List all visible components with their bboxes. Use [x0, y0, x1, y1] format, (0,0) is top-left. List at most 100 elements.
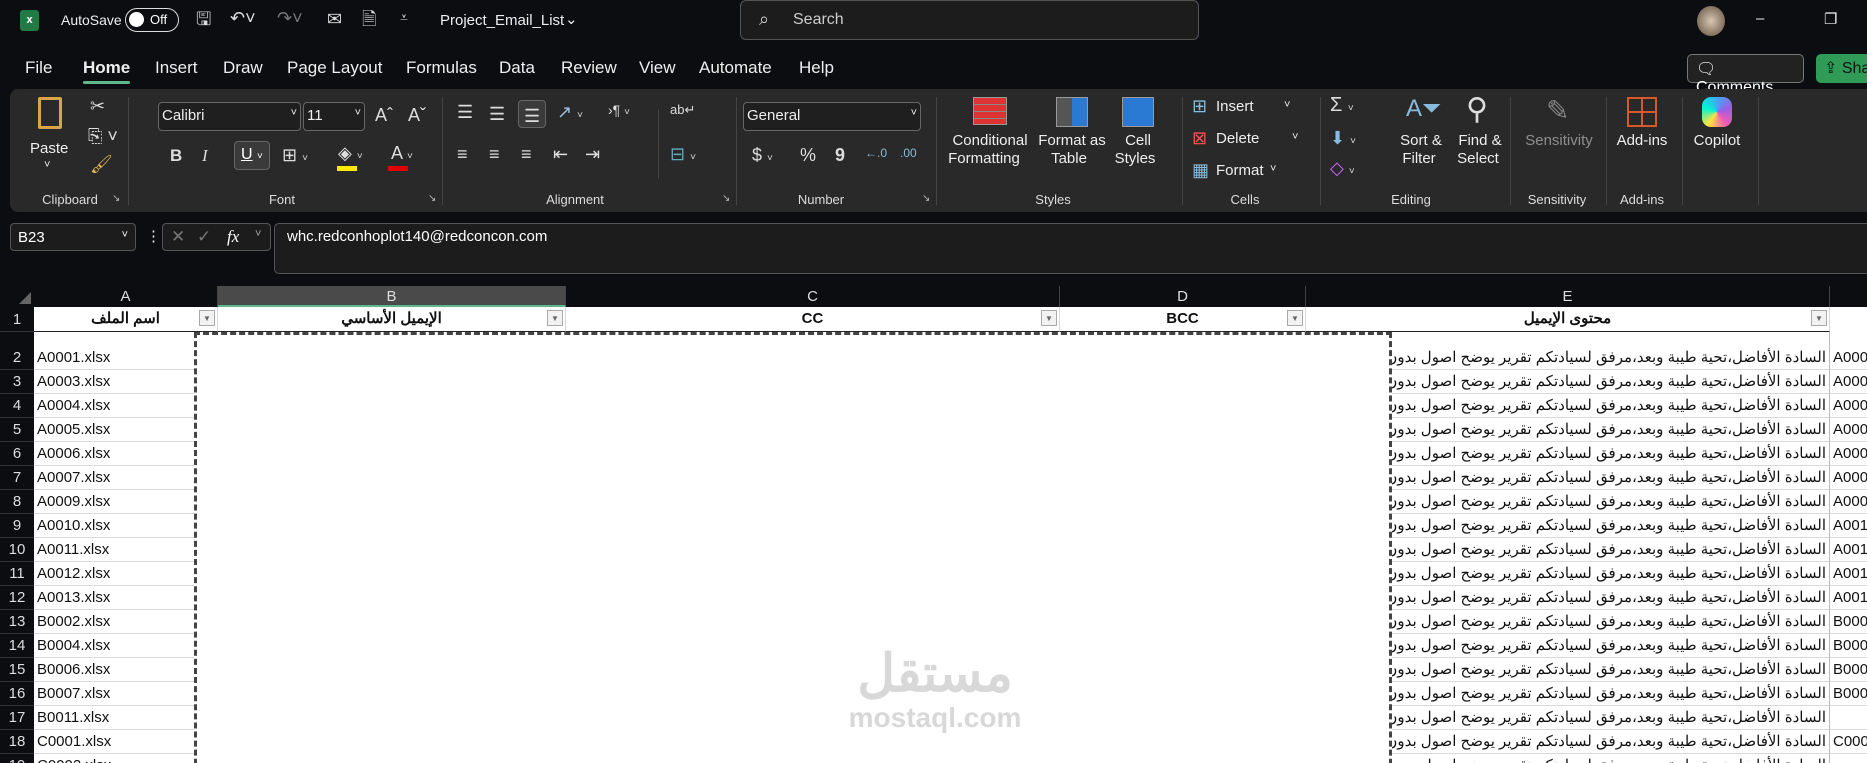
- autosum-icon[interactable]: Σ ˅: [1330, 95, 1354, 115]
- cell-file-name[interactable]: B0002.xlsx: [34, 610, 218, 634]
- row-header[interactable]: 4: [0, 394, 34, 418]
- row-header[interactable]: 12: [0, 586, 34, 610]
- find-select-button[interactable]: ⚲ Find & Select: [1450, 93, 1510, 183]
- save-icon[interactable]: 🖫: [196, 10, 211, 28]
- number-format-select[interactable]: General ˅: [743, 102, 921, 131]
- customize-toolbar-icon[interactable]: ⩡: [400, 10, 408, 24]
- format-as-table-button[interactable]: Format as Table: [1036, 93, 1108, 183]
- cell-file-name[interactable]: B0007.xlsx: [34, 682, 218, 706]
- tab-home[interactable]: Home: [83, 58, 131, 84]
- cell-f[interactable]: B000: [1830, 634, 1867, 658]
- cell-f[interactable]: A000: [1830, 394, 1867, 418]
- cell-f[interactable]: [1830, 706, 1867, 730]
- cell-f[interactable]: A001: [1830, 514, 1867, 538]
- cell-file-name[interactable]: A0001.xlsx: [34, 332, 218, 370]
- align-center-icon[interactable]: ≡: [489, 145, 500, 163]
- column-header-a[interactable]: A: [34, 286, 218, 307]
- font-color-button[interactable]: A ˅: [387, 142, 427, 172]
- delete-cells-button[interactable]: ⊠ Delete ˅: [1192, 127, 1302, 151]
- cell-file-name[interactable]: A0007.xlsx: [34, 466, 218, 490]
- cell-f[interactable]: A000: [1830, 418, 1867, 442]
- format-cells-button[interactable]: ▦ Format ˅: [1192, 159, 1302, 183]
- row-header[interactable]: 7: [0, 466, 34, 490]
- tab-file[interactable]: File: [25, 58, 52, 78]
- increase-indent-icon[interactable]: ⇥: [585, 145, 600, 163]
- cell-f[interactable]: B000: [1830, 682, 1867, 706]
- align-right-icon[interactable]: ≡: [521, 145, 532, 163]
- insert-function-button[interactable]: fx: [227, 227, 239, 247]
- borders-icon[interactable]: ⊞ ˅: [282, 146, 308, 164]
- cell-f[interactable]: A001: [1830, 538, 1867, 562]
- row-header[interactable]: 1: [0, 307, 34, 332]
- header-cell-bcc[interactable]: BCC ▼: [1060, 307, 1306, 332]
- row-header[interactable]: 19: [0, 754, 34, 763]
- cell-f[interactable]: A000: [1830, 442, 1867, 466]
- restore-icon[interactable]: ❐: [1824, 10, 1837, 28]
- dialog-launcher-icon[interactable]: ↘: [428, 193, 436, 204]
- column-header-b[interactable]: B: [218, 286, 566, 307]
- font-name-select[interactable]: Calibri ˅: [158, 102, 301, 131]
- tab-page-layout[interactable]: Page Layout: [287, 58, 382, 78]
- filter-dropdown-icon[interactable]: ▼: [199, 310, 215, 326]
- cell-styles-button[interactable]: Cell Styles: [1110, 93, 1166, 183]
- row-header[interactable]: 5: [0, 418, 34, 442]
- cell-file-name[interactable]: A0006.xlsx: [34, 442, 218, 466]
- row-header[interactable]: 16: [0, 682, 34, 706]
- conditional-formatting-button[interactable]: Conditional Formatting: [944, 93, 1034, 183]
- sensitivity-button[interactable]: ✎ Sensitivity: [1520, 93, 1598, 183]
- tab-automate[interactable]: Automate: [699, 58, 772, 78]
- underline-button[interactable]: U ˅: [234, 141, 270, 170]
- search-box[interactable]: ⌕ Search: [740, 0, 1199, 40]
- formula-input[interactable]: whc.redconhoplot140@redconcon.com: [274, 223, 1867, 274]
- dialog-launcher-icon[interactable]: ↘: [722, 193, 730, 204]
- tab-draw[interactable]: Draw: [223, 58, 263, 78]
- cell-f[interactable]: A000: [1830, 332, 1867, 370]
- cell-f[interactable]: A000: [1830, 490, 1867, 514]
- row-header[interactable]: 9: [0, 514, 34, 538]
- row-header[interactable]: 10: [0, 538, 34, 562]
- autosave-toggle[interactable]: Off: [125, 8, 179, 32]
- comments-button[interactable]: 🗨 Comments: [1687, 54, 1804, 96]
- cell-file-name[interactable]: C0002.xlsx: [34, 754, 218, 763]
- increase-decimal-icon[interactable]: ←.0: [865, 147, 887, 159]
- cell-file-name[interactable]: B0006.xlsx: [34, 658, 218, 682]
- tab-data[interactable]: Data: [499, 58, 535, 78]
- font-size-select[interactable]: 11 ˅: [303, 102, 365, 131]
- share-button[interactable]: ⇪ Share: [1816, 54, 1867, 83]
- filter-dropdown-icon[interactable]: ▼: [1811, 310, 1827, 326]
- tab-view[interactable]: View: [639, 58, 676, 78]
- row-header[interactable]: 13: [0, 610, 34, 634]
- cell-file-name[interactable]: B0004.xlsx: [34, 634, 218, 658]
- cell-f[interactable]: A001: [1830, 586, 1867, 610]
- decrease-decimal-icon[interactable]: .00: [900, 147, 917, 159]
- tab-insert[interactable]: Insert: [155, 58, 198, 78]
- wrap-text-icon[interactable]: ab↵: [670, 103, 695, 116]
- align-top-icon[interactable]: ☰: [457, 103, 473, 121]
- decrease-indent-icon[interactable]: ⇤: [553, 145, 568, 163]
- header-cell-cc[interactable]: CC ▼: [566, 307, 1060, 332]
- fill-icon[interactable]: ⬇ ˅: [1330, 129, 1356, 147]
- copilot-button[interactable]: Copilot: [1686, 93, 1748, 183]
- spreadsheet-grid[interactable]: A B C D E 1 اسم الملف ▼ الإيميل الأساسي ▼ …: [0, 286, 1867, 763]
- cell-f[interactable]: C000: [1830, 730, 1867, 754]
- sort-filter-button[interactable]: A⏷ Sort & Filter: [1392, 93, 1450, 183]
- cell-file-name[interactable]: A0010.xlsx: [34, 514, 218, 538]
- dialog-launcher-icon[interactable]: ↘: [112, 193, 120, 204]
- row-header[interactable]: 8: [0, 490, 34, 514]
- cell-file-name[interactable]: A0011.xlsx: [34, 538, 218, 562]
- row-header[interactable]: 3: [0, 370, 34, 394]
- insert-cells-button[interactable]: ⊞ Insert ˅: [1192, 95, 1302, 119]
- bold-button[interactable]: B: [170, 147, 182, 164]
- cell-f[interactable]: A000: [1830, 466, 1867, 490]
- copy-icon[interactable]: ⎘ ˅: [88, 127, 118, 145]
- column-header-c[interactable]: C: [566, 286, 1060, 307]
- merge-center-icon[interactable]: ⊟ ˅: [670, 145, 696, 163]
- add-ins-button[interactable]: Add-ins: [1610, 93, 1674, 183]
- column-header-e[interactable]: E: [1306, 286, 1830, 307]
- align-left-icon[interactable]: ≡: [457, 145, 468, 163]
- filter-dropdown-icon[interactable]: ▼: [547, 310, 563, 326]
- row-header[interactable]: 14: [0, 634, 34, 658]
- decrease-font-icon[interactable]: Aˇ: [408, 106, 426, 124]
- cell-file-name[interactable]: A0009.xlsx: [34, 490, 218, 514]
- cell-file-name[interactable]: A0012.xlsx: [34, 562, 218, 586]
